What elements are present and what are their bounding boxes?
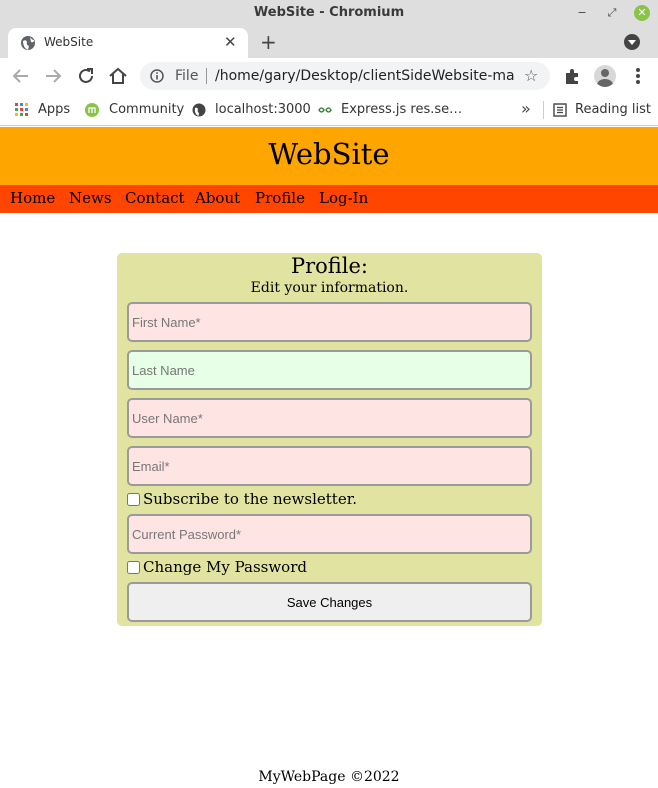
bookmark-apps[interactable]: Apps	[38, 102, 70, 117]
globe-icon	[192, 103, 206, 117]
profile-subheading: Edit your information.	[250, 280, 409, 296]
forward-arrow-icon[interactable]	[42, 65, 64, 87]
url-text[interactable]: /home/gary/Desktop/clientSideWebsite-mai…	[215, 68, 515, 84]
nav-contact[interactable]: Contact	[125, 189, 185, 207]
tab-close-icon[interactable]: ✕	[224, 33, 237, 51]
minimize-icon[interactable]: −	[574, 5, 590, 21]
bookmark-star-icon[interactable]: ☆	[524, 66, 538, 85]
bookmark-express[interactable]: Express.js res.se…	[341, 102, 462, 117]
reading-list[interactable]: Reading list	[575, 102, 651, 117]
info-icon[interactable]	[150, 69, 164, 83]
tab-search-icon[interactable]	[624, 34, 640, 50]
express-icon	[318, 107, 332, 113]
nav-login[interactable]: Log-In	[319, 189, 368, 207]
bookmark-localhost[interactable]: localhost:3000	[215, 102, 311, 117]
mint-icon	[85, 103, 99, 117]
browser-toolbar: File /home/gary/Desktop/clientSideWebsit…	[0, 58, 658, 94]
newsletter-checkbox[interactable]	[127, 493, 140, 506]
reading-list-icon	[553, 103, 567, 117]
site-header: WebSite	[0, 127, 658, 185]
bookmarks-separator	[543, 101, 544, 119]
menu-dot	[636, 68, 640, 72]
back-arrow-icon[interactable]	[10, 65, 32, 87]
reload-icon[interactable]	[75, 65, 97, 87]
globe-icon	[21, 36, 35, 50]
bookmark-community[interactable]: Community	[109, 102, 184, 117]
nav-home[interactable]: Home	[10, 189, 55, 207]
tab-website[interactable]: WebSite ✕	[8, 28, 248, 58]
more-bookmarks-icon[interactable]: »	[521, 99, 531, 118]
menu-dot	[636, 80, 640, 84]
avatar-body	[597, 79, 613, 87]
site-title: WebSite	[268, 137, 390, 171]
newsletter-label[interactable]: Subscribe to the newsletter.	[143, 490, 357, 508]
new-tab-icon[interactable]: +	[260, 30, 277, 54]
current-password-field[interactable]	[127, 514, 532, 554]
change-password-checkbox[interactable]	[127, 561, 140, 574]
site-nav: Home News Contact About Profile Log-In	[0, 185, 658, 213]
bookmarks-bar: Apps Community localhost:3000 Express.js…	[0, 94, 658, 126]
address-bar[interactable]: File /home/gary/Desktop/clientSideWebsit…	[140, 62, 550, 90]
menu-dot	[636, 74, 640, 78]
scheme-label: File	[175, 68, 199, 84]
footer-text: MyWebPage ©2022	[258, 769, 400, 785]
close-window-icon[interactable]: ✕	[634, 5, 650, 21]
nav-about[interactable]: About	[195, 189, 240, 207]
apps-grid-icon[interactable]	[15, 103, 29, 117]
avatar-head	[601, 69, 609, 77]
tab-label: WebSite	[44, 35, 94, 49]
first-name-field[interactable]	[127, 302, 532, 342]
profile-heading: Profile:	[290, 254, 369, 278]
extensions-puzzle-icon[interactable]	[563, 66, 583, 86]
window-title: WebSite - Chromium	[253, 5, 405, 20]
address-separator	[206, 68, 207, 84]
last-name-field[interactable]	[127, 350, 532, 390]
home-icon[interactable]	[107, 65, 129, 87]
nav-profile[interactable]: Profile	[255, 189, 305, 207]
email-field[interactable]	[127, 446, 532, 486]
tab-strip: WebSite ✕ +	[0, 26, 658, 58]
user-name-field[interactable]	[127, 398, 532, 438]
profile-avatar-icon[interactable]	[594, 65, 616, 87]
profile-form: Profile: Edit your information. Subscrib…	[117, 253, 542, 626]
nav-news[interactable]: News	[69, 189, 112, 207]
window-titlebar: WebSite - Chromium − ⤢ ✕	[0, 0, 658, 26]
save-changes-button[interactable]: Save Changes	[127, 582, 532, 622]
maximize-icon[interactable]: ⤢	[604, 5, 620, 21]
change-password-label[interactable]: Change My Password	[143, 558, 307, 576]
browser-menu-icon[interactable]	[628, 66, 648, 86]
